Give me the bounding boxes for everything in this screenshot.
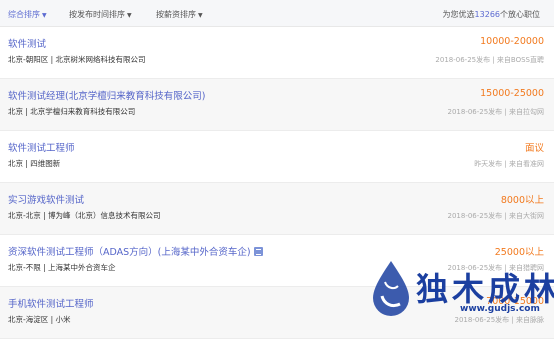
result-prefix: 为您优选 bbox=[442, 10, 475, 19]
job-meta: 2018-06-25发布 | 来自大街网 bbox=[447, 212, 545, 220]
job-title[interactable]: 资深软件测试工程师（ADAS方向）(上海某中外合资车企) bbox=[8, 247, 251, 258]
result-suffix: 个放心职位 bbox=[500, 10, 540, 19]
job-item[interactable]: 软件测试工程师 面议 北京 | 四维图新 昨天发布 | 来自看准网 bbox=[0, 131, 554, 183]
job-salary: 15000-25000 bbox=[480, 88, 544, 99]
job-title[interactable]: 软件测试 bbox=[8, 36, 46, 50]
job-salary: 10000-20000 bbox=[480, 36, 544, 47]
result-count-number: 13266 bbox=[474, 10, 500, 19]
job-company: 北京-朝阳区 | 北京树米网络科技有限公司 bbox=[8, 55, 146, 64]
sort-by-publish-time[interactable]: 按发布时间排序 ▼ bbox=[69, 9, 132, 20]
job-company: 北京 | 北京学檀归来教育科技有限公司 bbox=[8, 107, 136, 116]
job-company: 北京-北京 | 博为峰（北京）信息技术有限公司 bbox=[8, 211, 161, 220]
company-info-badge-icon bbox=[253, 247, 263, 256]
job-title[interactable]: 手机软件测试工程师 bbox=[8, 296, 94, 310]
watermark-url: www.gudjs.com bbox=[460, 304, 540, 314]
job-title[interactable]: 软件测试工程师 bbox=[8, 140, 75, 154]
sort-label: 按发布时间排序 bbox=[69, 10, 125, 19]
sort-comprehensive[interactable]: 综合排序 ▼ bbox=[8, 9, 47, 20]
job-item[interactable]: 软件测试经理(北京学檀归来教育科技有限公司) 15000-25000 北京 | … bbox=[0, 79, 554, 131]
job-company: 北京-海淀区 | 小米 bbox=[8, 315, 71, 324]
result-count: 为您优选13266个放心职位 bbox=[443, 9, 540, 20]
job-meta: 2018-06-25发布 | 来自拉勾网 bbox=[447, 108, 545, 116]
watermark: 独木成林 www.gudjs.com bbox=[368, 246, 554, 329]
job-title[interactable]: 实习游戏软件测试 bbox=[8, 192, 84, 206]
job-title[interactable]: 软件测试经理(北京学檀归来教育科技有限公司) bbox=[8, 88, 205, 102]
job-meta: 2018-06-25发布 | 来自BOSS直聘 bbox=[435, 56, 544, 64]
sort-bar: 综合排序 ▼ 按发布时间排序 ▼ 按薪资排序 ▼ 为您优选13266个放心职位 bbox=[0, 0, 554, 27]
sort-down-arrow-icon: ▼ bbox=[127, 12, 132, 19]
job-item[interactable]: 软件测试 10000-20000 北京-朝阳区 | 北京树米网络科技有限公司 2… bbox=[0, 27, 554, 79]
sort-label: 综合排序 bbox=[8, 10, 40, 19]
water-drop-logo-icon bbox=[373, 261, 409, 316]
job-salary: 8000以上 bbox=[500, 195, 544, 206]
job-company: 北京-不限 | 上海某中外合资车企 bbox=[8, 263, 116, 272]
job-salary: 面议 bbox=[524, 143, 544, 154]
job-company: 北京 | 四维图新 bbox=[8, 159, 61, 168]
job-item[interactable]: 实习游戏软件测试 8000以上 北京-北京 | 博为峰（北京）信息技术有限公司 … bbox=[0, 183, 554, 235]
sort-down-arrow-icon: ▼ bbox=[42, 12, 47, 19]
job-title-wrapper[interactable]: 资深软件测试工程师（ADAS方向）(上海某中外合资车企) bbox=[8, 244, 263, 258]
sort-label: 按薪资排序 bbox=[156, 10, 196, 19]
sort-by-salary[interactable]: 按薪资排序 ▼ bbox=[156, 9, 203, 20]
sort-down-arrow-icon: ▼ bbox=[198, 12, 203, 19]
job-meta: 昨天发布 | 来自看准网 bbox=[474, 160, 544, 168]
